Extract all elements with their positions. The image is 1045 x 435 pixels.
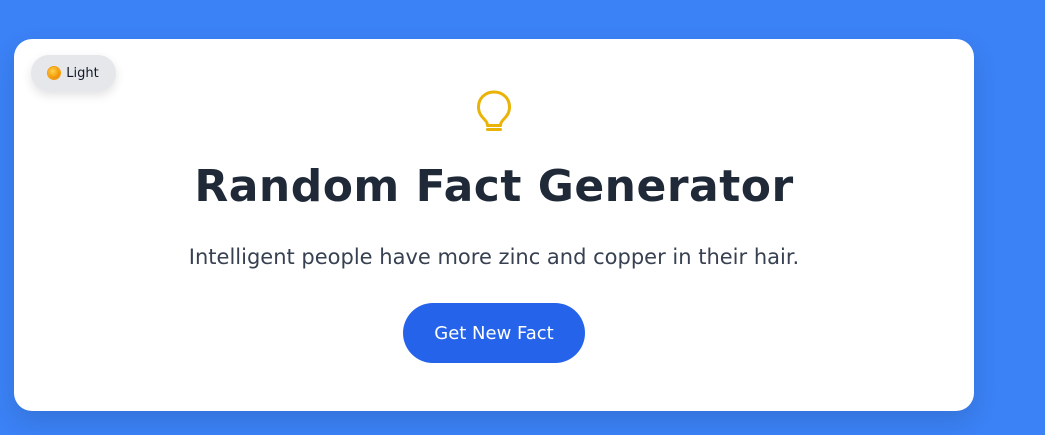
fact-card: Light Random Fact Generator Intelligent … — [14, 39, 974, 411]
page-title: Random Fact Generator — [194, 161, 794, 212]
theme-toggle-button[interactable]: Light — [31, 55, 116, 91]
lightbulb-icon — [477, 90, 511, 131]
fact-text: Intelligent people have more zinc and co… — [188, 245, 800, 269]
sun-icon — [48, 67, 61, 79]
get-new-fact-button[interactable]: Get New Fact — [403, 303, 585, 363]
theme-toggle-label: Light — [66, 65, 99, 81]
